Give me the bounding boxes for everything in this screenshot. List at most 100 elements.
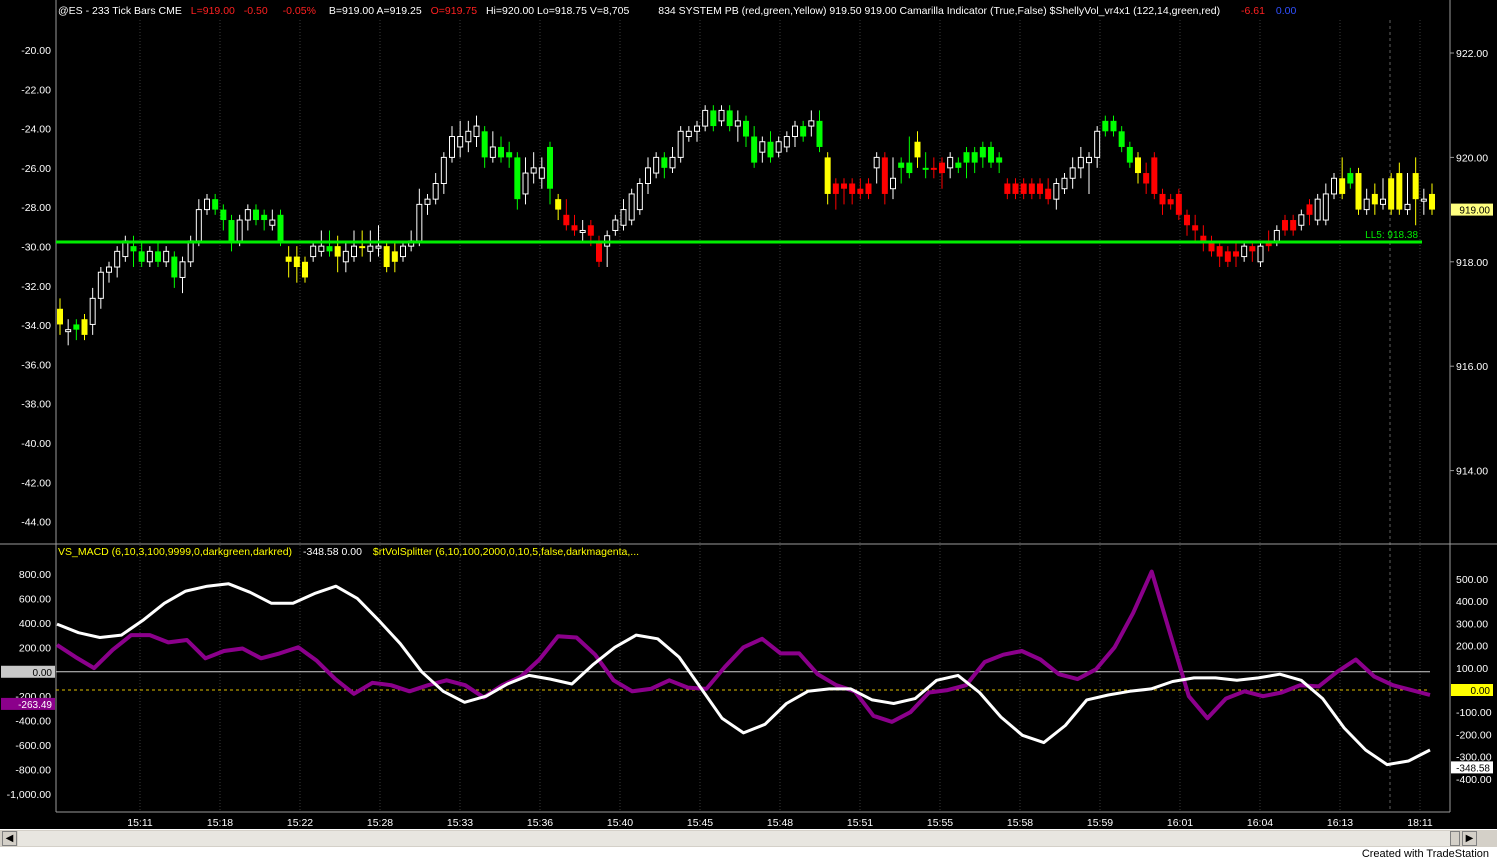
candle-body <box>1110 120 1117 132</box>
candle-body <box>1371 193 1378 205</box>
candle-body <box>726 110 733 127</box>
candle-body <box>1037 183 1043 194</box>
candle[interactable] <box>636 178 643 215</box>
candle-body <box>1273 229 1280 242</box>
candle-body <box>653 156 660 174</box>
time-tick-label: 16:13 <box>1327 817 1353 829</box>
candle-body <box>1257 245 1264 263</box>
macd-zero-badge-text: 0.00 <box>33 668 53 679</box>
candle-body <box>930 167 937 170</box>
candle-body <box>187 240 194 263</box>
lower-right-axis-label: 300.00 <box>1456 618 1488 630</box>
splitter-title: $rtVolSplitter (6,10,100,2000,0,10,5,fal… <box>373 546 639 558</box>
candle-body <box>979 146 986 158</box>
candle-body <box>375 245 382 249</box>
candle[interactable] <box>1151 152 1158 200</box>
price-last-badge: 919.00 <box>1451 203 1493 217</box>
candle-body <box>73 324 80 330</box>
candle-body <box>318 245 325 252</box>
lower-right-axis-label: 400.00 <box>1456 596 1488 608</box>
candle-body <box>677 130 684 158</box>
candle-body <box>530 167 537 174</box>
scroll-thumb[interactable] <box>1450 831 1460 846</box>
left-axis-label: -32.00 <box>21 281 51 293</box>
splitter-zero-badge: 0.00 <box>1451 684 1493 697</box>
time-tick-label: 15:40 <box>607 817 633 829</box>
candle-body <box>302 261 308 278</box>
scroll-track[interactable] <box>18 831 1460 846</box>
candle-body <box>440 156 447 184</box>
candle-body <box>114 250 121 268</box>
candle-body <box>579 229 586 233</box>
scroll-left-button[interactable]: ◀ <box>2 831 17 846</box>
candle-body <box>898 162 905 168</box>
candle-body <box>702 109 709 127</box>
svg-text:VS_MACD (6,10,3,100,9999,0,dar: VS_MACD (6,10,3,100,9999,0,darkgreen,dar… <box>58 546 639 558</box>
candle-body <box>996 157 1003 163</box>
candle-body <box>775 141 782 153</box>
time-tick-label: 15:48 <box>767 817 793 829</box>
candle-body <box>351 245 357 258</box>
candle-body <box>710 110 717 127</box>
left-axis-label: -42.00 <box>21 477 51 489</box>
left-axis-label: -44.00 <box>21 517 51 529</box>
candle-body <box>155 251 161 262</box>
candle[interactable] <box>1388 173 1395 215</box>
candle-body <box>1020 183 1027 194</box>
candle-body <box>538 167 545 179</box>
lower-left-axis-label: -400.00 <box>15 716 51 728</box>
candle-body <box>1135 157 1141 174</box>
candle-body <box>767 141 774 158</box>
candle-body <box>914 141 921 158</box>
candle-body <box>89 297 96 325</box>
candle-body <box>1306 204 1313 215</box>
candle-body <box>326 246 333 252</box>
candle-body <box>293 256 300 268</box>
candle-body <box>1429 193 1435 210</box>
candle-body <box>179 261 186 278</box>
candle-body <box>367 245 374 252</box>
macd-zero-badge: 0.00 <box>1 665 55 679</box>
candle-body <box>661 157 668 168</box>
candle-body <box>334 246 341 257</box>
price-axis-label: 914.00 <box>1456 466 1488 478</box>
candle-body <box>628 193 635 221</box>
candle-body <box>163 250 170 263</box>
candle-body <box>718 109 725 122</box>
lower-left-axis-label: 400.00 <box>19 618 51 630</box>
candle-body <box>800 126 807 137</box>
horizontal-scrollbar[interactable]: ◀ ▶ <box>0 829 1497 847</box>
candle-body <box>939 162 945 174</box>
candle[interactable] <box>677 126 684 163</box>
candle-body <box>204 198 210 211</box>
header-indicators: 834 SYSTEM PB (red,green,Yellow) 919.50 … <box>658 5 1220 17</box>
candle-body <box>228 220 235 241</box>
left-axis-label: -34.00 <box>21 320 51 332</box>
scroll-right-button[interactable]: ▶ <box>1462 831 1477 846</box>
candle-body <box>685 130 692 138</box>
left-axis-label: -30.00 <box>21 242 51 254</box>
candle-body <box>1404 203 1411 211</box>
lower-left-axis-label: 600.00 <box>19 593 51 605</box>
candle-body <box>457 136 464 148</box>
candle-body <box>636 183 643 211</box>
candle-body <box>220 209 227 221</box>
lower-left-axis-label: 200.00 <box>19 642 51 654</box>
candle-body <box>1094 130 1101 158</box>
candle-body <box>1233 251 1239 257</box>
candle-body <box>1102 120 1109 132</box>
candle-body <box>1053 183 1060 200</box>
candle[interactable] <box>628 188 635 226</box>
candle-body <box>1314 198 1321 221</box>
lower-left-axis-label: 800.00 <box>19 569 51 581</box>
header-val-neg: -6.61 <box>1241 5 1265 17</box>
candle[interactable] <box>1355 167 1362 215</box>
candle-body <box>1224 251 1231 262</box>
candle-body <box>1077 156 1084 169</box>
header-last: L=919.00 <box>191 5 235 17</box>
camarilla-ll5-label: LL5: 918.38 <box>1365 230 1418 241</box>
lower-right-axis-label: -400.00 <box>1456 774 1492 786</box>
left-axis-label: -38.00 <box>21 399 51 411</box>
candle-body <box>1184 214 1190 226</box>
candle-body <box>734 120 741 127</box>
